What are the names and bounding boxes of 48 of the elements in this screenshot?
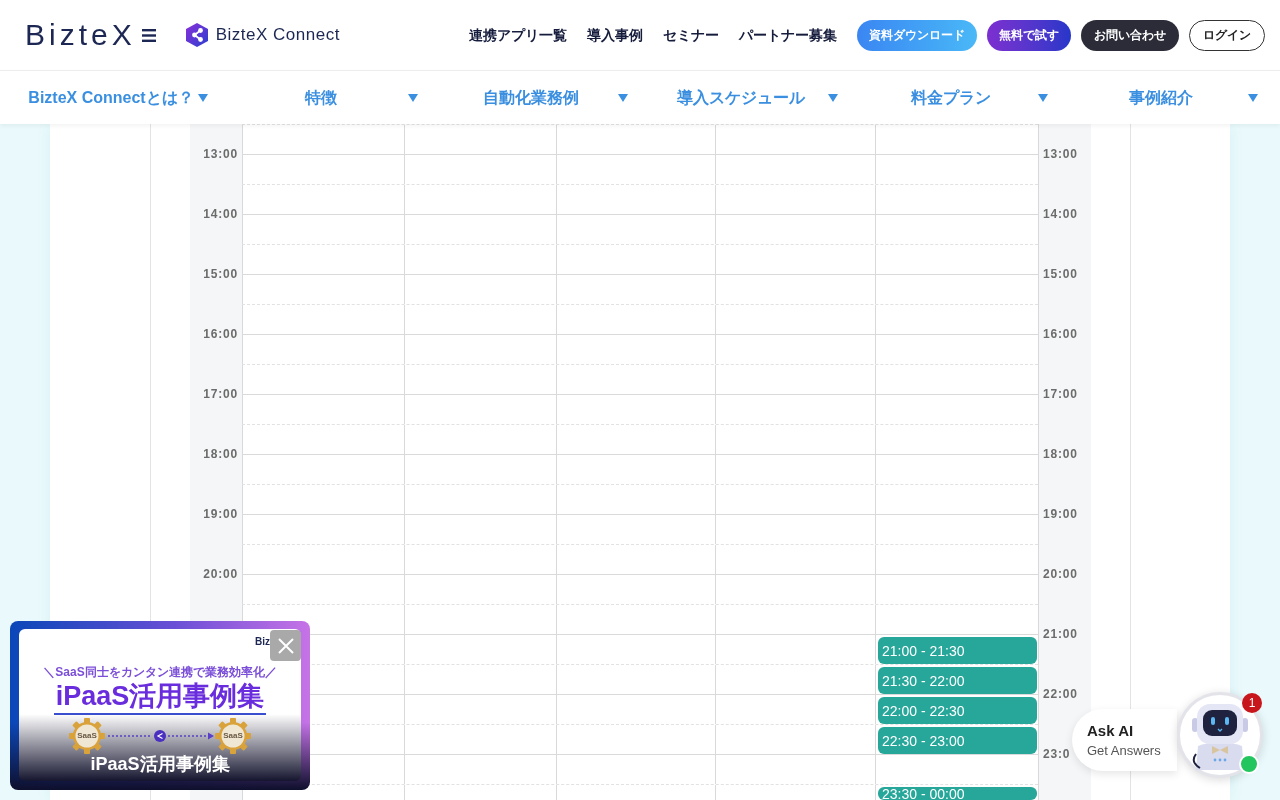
time-label: 18:00 — [1043, 446, 1078, 463]
time-label: 19:00 — [203, 506, 238, 523]
time-label: 17:00 — [1043, 386, 1078, 403]
time-label: 16:00 — [1043, 326, 1078, 343]
banner-caption: iPaaS活用事例集 — [90, 754, 230, 774]
nav-link[interactable]: セミナー — [663, 24, 719, 46]
brand-logo[interactable]: BizteX — [25, 20, 136, 50]
time-label: 15:00 — [203, 266, 238, 283]
chat-prompt-bubble[interactable]: Ask AI Get Answers — [1072, 709, 1177, 771]
banner-image[interactable]: Biz ＼SaaS同士をカンタン連携で業務効率化／ iPaaS活用事例集 SaaS SaaS iPaaS活用事例集 — [19, 629, 301, 781]
contact-button[interactable]: お問い合わせ — [1081, 19, 1179, 51]
time-label: 16:00 — [203, 326, 238, 343]
time-label: 18:00 — [203, 446, 238, 463]
time-label: 14:00 — [1043, 206, 1078, 223]
time-label: 21:00 — [1043, 626, 1078, 643]
promo-popup[interactable]: Biz ＼SaaS同士をカンタン連携で業務効率化／ iPaaS活用事例集 SaaS SaaS iPaaS活用事例集 — [10, 621, 310, 790]
time-label: 13:00 — [203, 146, 238, 163]
caret-down-icon — [828, 93, 838, 102]
time-label: 15:00 — [1043, 266, 1078, 283]
chat-title: Ask AI — [1087, 721, 1135, 740]
banner-title: iPaaS活用事例集 — [55, 682, 265, 710]
caret-down-icon — [618, 93, 628, 102]
caret-down-icon — [198, 93, 208, 102]
time-label: 23:0 — [1043, 746, 1071, 763]
login-button[interactable]: ログイン — [1189, 19, 1265, 51]
banner-tagline: ＼SaaS同士をカンタン連携で業務効率化／ — [43, 665, 277, 679]
time-label: 22:00 — [1043, 686, 1078, 703]
product-logo[interactable]: BizteX Connect — [215, 22, 340, 48]
notification-badge: 1 — [1242, 693, 1262, 713]
nav-link[interactable]: パートナー募集 — [739, 24, 837, 46]
nav-link[interactable]: 連携アプリ一覧 — [469, 24, 567, 46]
time-label: 14:00 — [203, 206, 238, 223]
free-trial-button[interactable]: 無料で試す — [987, 19, 1071, 51]
chat-subtitle: Get Answers — [1087, 742, 1162, 759]
banner-logo: Biz — [255, 637, 270, 647]
close-button[interactable] — [270, 630, 301, 661]
caret-down-icon — [408, 93, 418, 102]
time-label: 20:00 — [203, 566, 238, 583]
caret-down-icon — [1038, 93, 1048, 102]
hexagon-logo-icon[interactable] — [185, 23, 208, 47]
close-icon — [277, 637, 294, 654]
time-label: 17:00 — [203, 386, 238, 403]
time-label: 19:00 — [1043, 506, 1078, 523]
time-label: 13:00 — [1043, 146, 1078, 163]
nav-link[interactable]: 導入事例 — [587, 24, 643, 46]
caret-down-icon — [1248, 93, 1258, 102]
menu-icon[interactable] — [141, 28, 156, 42]
time-label: 20:00 — [1043, 566, 1078, 583]
